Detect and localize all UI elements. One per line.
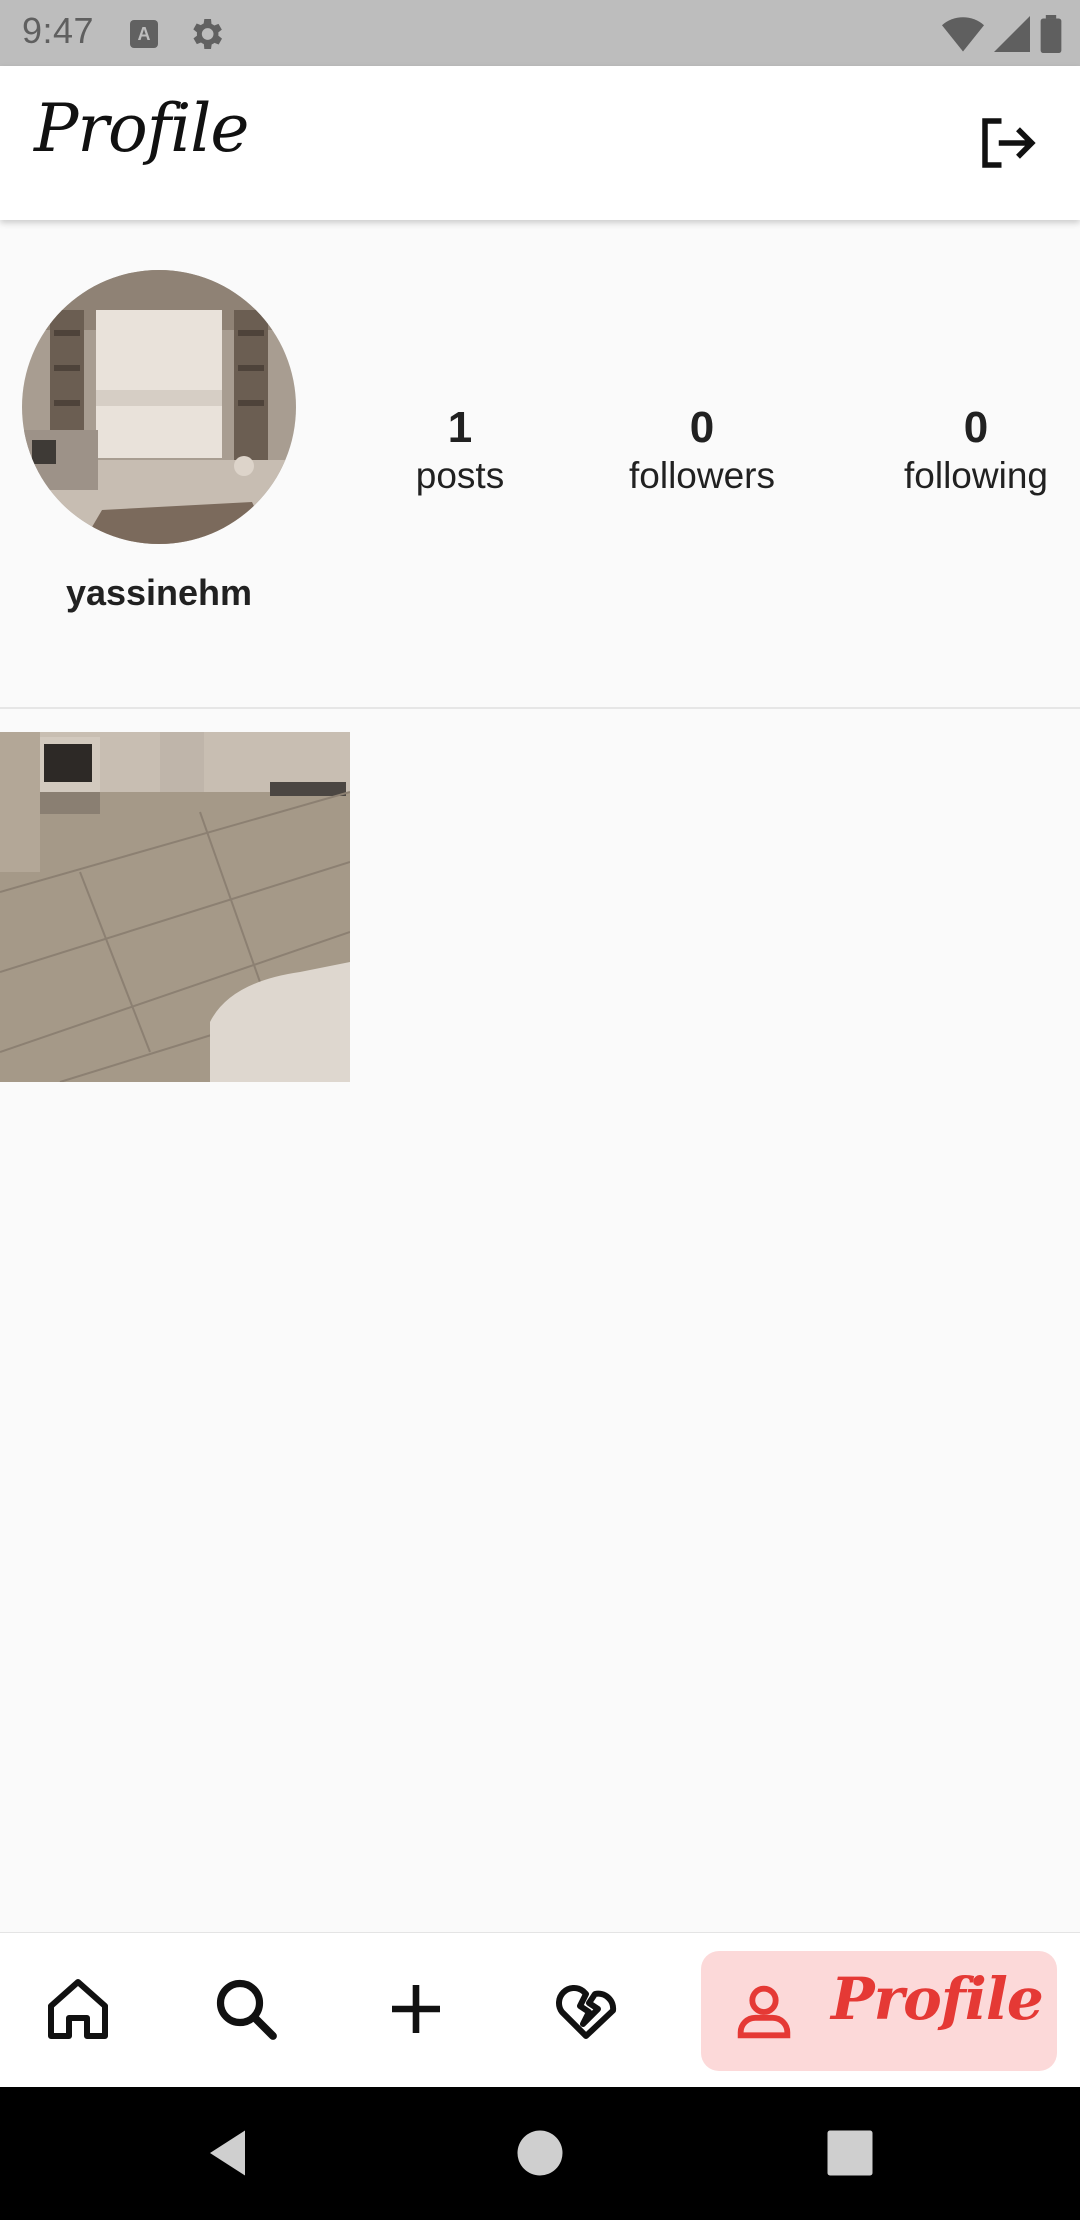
home-icon[interactable] <box>42 1973 114 2045</box>
stat-posts[interactable]: 1 posts <box>390 402 530 498</box>
logout-icon[interactable] <box>974 110 1040 176</box>
followers-label: followers <box>629 455 775 496</box>
stat-followers[interactable]: 0 followers <box>612 402 792 498</box>
avatar-image <box>22 270 296 544</box>
divider <box>0 707 1080 709</box>
username: yassinehm <box>65 572 253 613</box>
room-floor-photo <box>0 732 350 1082</box>
system-nav-bar <box>0 2087 1080 2220</box>
broken-heart-icon[interactable] <box>550 1973 622 2045</box>
signal-icon <box>994 16 1030 52</box>
following-count: 0 <box>963 403 989 452</box>
settings-icon <box>193 19 222 49</box>
post-thumbnail[interactable] <box>0 732 350 1082</box>
add-icon[interactable] <box>380 1973 452 2045</box>
avatar[interactable] <box>22 270 296 544</box>
followers-count: 0 <box>689 403 715 452</box>
search-icon[interactable] <box>210 1973 282 2045</box>
person-icon <box>737 1985 791 2039</box>
status-bar: 9:47 A <box>0 0 1080 66</box>
recents-icon[interactable] <box>820 2123 880 2183</box>
following-label: following <box>904 455 1048 496</box>
home-circle-icon[interactable] <box>510 2123 570 2183</box>
back-icon[interactable] <box>200 2123 260 2183</box>
battery-icon <box>1040 15 1062 53</box>
page-title: Profile <box>34 90 249 167</box>
bottom-nav: Profile <box>0 1932 1080 2087</box>
app-header: Profile <box>0 66 1080 220</box>
a-notification-icon: A <box>130 20 158 48</box>
stat-following[interactable]: 0 following <box>886 402 1066 498</box>
nav-profile-active[interactable]: Profile <box>701 1951 1057 2071</box>
posts-count: 1 <box>447 403 473 452</box>
wifi-icon <box>942 17 984 52</box>
nav-profile-label: Profile <box>831 1965 1044 2033</box>
status-time: 9:47 <box>22 10 95 51</box>
posts-label: posts <box>415 455 505 496</box>
